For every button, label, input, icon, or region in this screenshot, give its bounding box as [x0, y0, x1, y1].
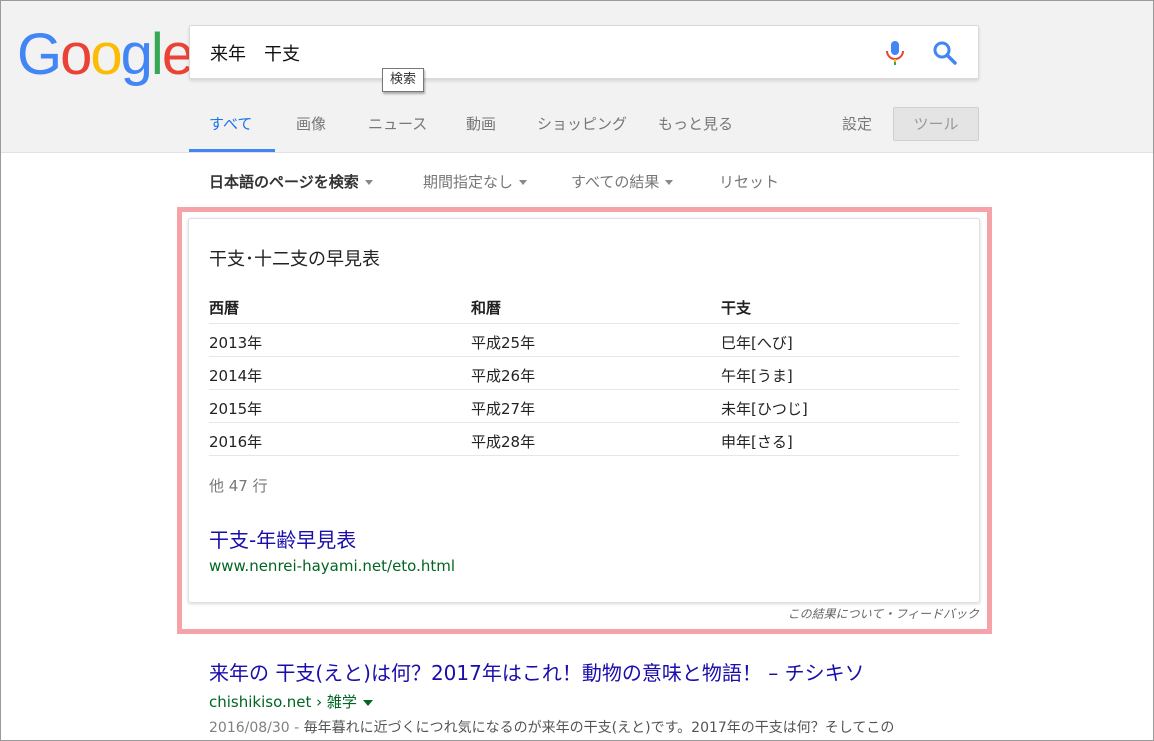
caret-down-icon	[665, 180, 674, 185]
settings-link[interactable]: 設定	[842, 113, 872, 134]
table-row: 2013年 平成25年 巳年[へび]	[209, 324, 959, 357]
snippet-source-url: www.nenrei-hayami.net/eto.html	[209, 557, 456, 575]
google-logo[interactable]: Google	[17, 22, 194, 87]
filter-label: 日本語のページを検索	[209, 173, 359, 191]
table-cell: 2014年	[209, 367, 263, 385]
table-cell: 巳年[へび]	[721, 334, 793, 352]
column-header: 干支	[721, 299, 752, 317]
search-tabs: すべて 画像 ニュース 動画 ショッピング もっと見る 設定 ツール	[189, 103, 989, 153]
search-tooltip: 検索	[382, 68, 425, 92]
table-row: 2015年 平成27年 未年[ひつじ]	[209, 390, 959, 423]
table-cell: 未年[ひつじ]	[721, 400, 808, 418]
filter-label: 期間指定なし	[423, 173, 514, 191]
result-snippet-text: 毎年暮れに近づくにつれ気になるのが来年の干支(えと)です。2017年の干支は何？…	[303, 720, 895, 736]
eto-table: 西暦 和暦 干支 2013年 平成25年 巳年[へび] 2014年 平成26年 …	[209, 291, 959, 456]
snippet-source-link[interactable]: 干支-年齢早見表	[209, 524, 356, 553]
table-row: 2016年 平成28年 申年[さる]	[209, 423, 959, 456]
table-cell: 平成27年	[471, 400, 536, 418]
column-header: 西暦	[209, 299, 240, 317]
result-title-link[interactable]: 来年の 干支(えと)は何？2017年はこれ！動物の意味と物語！ – チシキソ	[209, 657, 865, 686]
active-tab-indicator	[189, 149, 275, 152]
table-cell: 申年[さる]	[721, 433, 793, 451]
logo-letter: o	[90, 22, 122, 87]
more-rows-count[interactable]: 他 47 行	[209, 475, 268, 496]
microphone-icon[interactable]	[884, 40, 906, 66]
tools-button[interactable]: ツール	[893, 107, 979, 141]
logo-letter: o	[60, 22, 92, 87]
filter-period[interactable]: 期間指定なし	[423, 171, 528, 192]
featured-snippet: 干支･十二支の早見表 西暦 和暦 干支 2013年 平成25年 巳年[へび] 2…	[188, 218, 980, 603]
result-breadcrumb: chishikiso.net › 雑学	[209, 693, 357, 711]
filter-results[interactable]: すべての結果	[571, 171, 674, 192]
filter-label: すべての結果	[571, 173, 660, 191]
tab-videos[interactable]: 動画	[466, 113, 496, 134]
table-cell: 2013年	[209, 334, 263, 352]
logo-letter: e	[161, 22, 194, 87]
table-header-row: 西暦 和暦 干支	[209, 291, 959, 324]
caret-down-icon	[519, 180, 528, 185]
tab-images[interactable]: 画像	[296, 113, 326, 134]
snippet-title: 干支･十二支の早見表	[209, 249, 380, 270]
result-url: chishikiso.net › 雑学	[209, 691, 373, 712]
tab-more[interactable]: もっと見る	[658, 113, 733, 134]
search-box[interactable]	[189, 25, 979, 79]
filter-bar: 日本語のページを検索 期間指定なし すべての結果 リセット	[209, 171, 909, 193]
result-date: 2016/08/30 -	[209, 720, 304, 736]
tab-news[interactable]: ニュース	[368, 113, 427, 134]
feedback-link[interactable]: この結果について・フィードバック	[641, 605, 979, 622]
filter-language[interactable]: 日本語のページを検索	[209, 171, 373, 192]
column-header: 和暦	[471, 299, 502, 317]
search-input[interactable]	[210, 40, 850, 66]
table-cell: 午年[うま]	[721, 367, 793, 385]
tab-shopping[interactable]: ショッピング	[537, 113, 627, 134]
table-row: 2014年 平成26年 午年[うま]	[209, 357, 959, 390]
caret-down-icon[interactable]	[362, 699, 373, 706]
result-snippet: 2016/08/30 - 毎年暮れに近づくにつれ気になるのが来年の干支(えと)で…	[209, 717, 969, 737]
table-cell: 平成25年	[471, 334, 536, 352]
tab-all[interactable]: すべて	[209, 113, 252, 134]
filter-reset[interactable]: リセット	[719, 171, 779, 192]
logo-letter: g	[120, 22, 153, 87]
search-icon[interactable]	[932, 40, 958, 66]
logo-letter: G	[17, 22, 62, 87]
logo-letter: l	[150, 22, 164, 87]
table-cell: 平成26年	[471, 367, 536, 385]
header-bar: Google 検索 すべて 画像 ニュース 動画 ショッピング もっと見る 設定…	[1, 1, 1153, 153]
table-cell: 平成28年	[471, 433, 536, 451]
caret-down-icon	[364, 180, 373, 185]
table-cell: 2015年	[209, 400, 263, 418]
table-cell: 2016年	[209, 433, 263, 451]
